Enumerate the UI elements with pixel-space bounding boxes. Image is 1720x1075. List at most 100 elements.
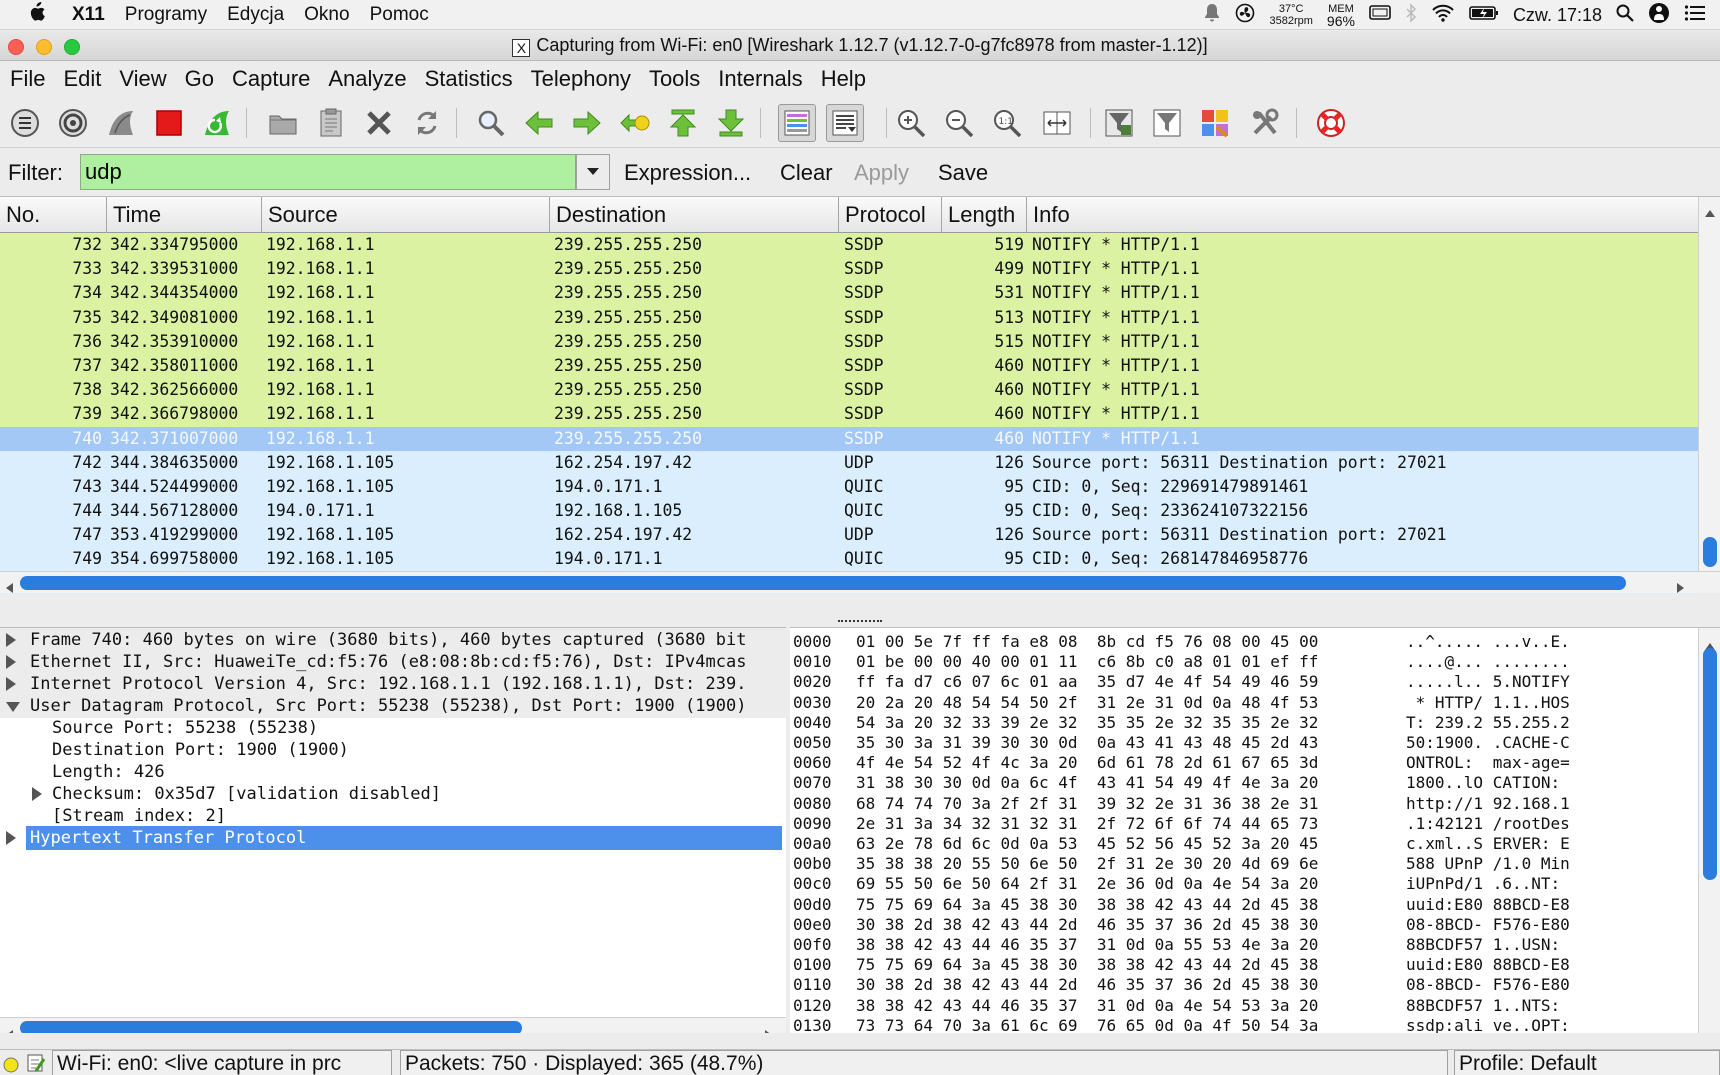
open-file-icon[interactable]: [264, 104, 302, 142]
detail-tree-item[interactable]: Source Port: 55238 (55238): [0, 716, 786, 740]
help-lifebuoy-icon[interactable]: [1312, 104, 1350, 142]
packet-row[interactable]: 736 342.353910000 192.168.1.1 239.255.255.2…: [0, 329, 1698, 354]
packet-row[interactable]: 732 342.334795000 192.168.1.1 239.255.255.2…: [0, 233, 1698, 258]
menu-analyze[interactable]: Analyze: [328, 66, 406, 92]
column-header-time[interactable]: Time: [107, 197, 262, 233]
menubar-item-edycja[interactable]: Edycja: [227, 4, 284, 26]
column-header-destination[interactable]: Destination: [550, 197, 839, 233]
close-file-icon[interactable]: [360, 104, 398, 142]
save-filter-button[interactable]: Save: [938, 160, 988, 186]
packet-list-hscroll-thumb[interactable]: [20, 576, 1626, 590]
packet-row[interactable]: 743 344.524499000 192.168.1.105 194.0.171.1…: [0, 474, 1698, 500]
display-filters-icon[interactable]: [1148, 104, 1186, 142]
column-header-protocol[interactable]: Protocol: [839, 197, 942, 233]
auto-scroll-icon[interactable]: [826, 104, 864, 142]
menu-internals[interactable]: Internals: [718, 66, 802, 92]
apple-icon[interactable]: [26, 1, 52, 29]
packet-list-vscrollbar[interactable]: [1698, 197, 1720, 571]
packet-row[interactable]: 744 344.567128000 194.0.171.1 192.168.1.105…: [0, 499, 1698, 524]
packet-row[interactable]: 737 342.358011000 192.168.1.1 239.255.255.2…: [0, 353, 1698, 379]
capture-filters-icon[interactable]: [1100, 104, 1138, 142]
menu-go[interactable]: Go: [185, 66, 214, 92]
packet-row[interactable]: 747 353.419299000 192.168.1.105 162.254.197…: [0, 523, 1698, 548]
capture-comments-icon[interactable]: [26, 1053, 46, 1075]
detail-tree-item[interactable]: Destination Port: 1900 (1900): [0, 738, 786, 762]
packet-list-hscrollbar[interactable]: [0, 571, 1720, 593]
column-header-length[interactable]: Length: [942, 197, 1027, 233]
collapsed-triangle-icon[interactable]: [6, 831, 16, 845]
column-header-info[interactable]: Info: [1027, 197, 1698, 233]
packet-row[interactable]: 742 344.384635000 192.168.1.105 162.254.197…: [0, 450, 1698, 475]
detail-tree-item[interactable]: Checksum: 0x35d7 [validation disabled]: [0, 782, 786, 806]
scroll-left-arrow-icon[interactable]: [4, 1022, 14, 1033]
window-titlebar[interactable]: X Capturing from Wi-Fi: en0 [Wireshark 1.…: [0, 31, 1720, 61]
menu-statistics[interactable]: Statistics: [425, 66, 513, 92]
packet-details-tree[interactable]: Frame 740: 460 bytes on wire (3680 bits)…: [0, 627, 786, 1033]
expanded-triangle-icon[interactable]: [6, 702, 20, 712]
go-back-icon[interactable]: [520, 104, 558, 142]
menu-capture[interactable]: Capture: [232, 66, 310, 92]
resize-columns-icon[interactable]: [1038, 104, 1076, 142]
fan-icon[interactable]: [1235, 3, 1255, 28]
notification-bell-icon[interactable]: [1203, 3, 1221, 28]
expert-info-indicator-icon[interactable]: [3, 1055, 19, 1075]
detail-tree-item[interactable]: User Datagram Protocol, Src Port: 55238 …: [0, 694, 786, 718]
collapsed-triangle-icon[interactable]: [6, 633, 16, 647]
packet-row[interactable]: 738 342.362566000 192.168.1.1 239.255.255.2…: [0, 378, 1698, 403]
expression-button[interactable]: Expression...: [624, 160, 751, 186]
packet-bytes-pane[interactable]: 0000 01 00 5e 7f ff fa e8 08 8b cd f5 76 …: [790, 627, 1720, 1033]
spotlight-search-icon[interactable]: [1616, 4, 1634, 27]
reload-icon[interactable]: [408, 104, 446, 142]
battery-icon[interactable]: [1469, 5, 1499, 26]
go-to-packet-icon[interactable]: [616, 104, 654, 142]
hex-vscrollbar[interactable]: [1698, 628, 1720, 1033]
column-header-no[interactable]: No.: [0, 197, 107, 233]
collapsed-triangle-icon[interactable]: [6, 655, 16, 669]
wifi-icon[interactable]: [1431, 4, 1455, 27]
packet-list-vscroll-thumb[interactable]: [1703, 537, 1717, 567]
details-hscroll-thumb[interactable]: [20, 1021, 522, 1033]
menubar-item-programy[interactable]: Programy: [125, 4, 207, 26]
menu-edit[interactable]: Edit: [63, 66, 101, 92]
packet-row[interactable]: 740 342.371007000 192.168.1.1 239.255.255.2…: [0, 426, 1698, 451]
menu-view[interactable]: View: [119, 66, 166, 92]
detail-tree-item[interactable]: Ethernet II, Src: HuaweiTe_cd:f5:76 (e8:…: [0, 650, 786, 674]
detail-tree-item[interactable]: Hypertext Transfer Protocol: [0, 826, 786, 850]
detail-tree-item[interactable]: Frame 740: 460 bytes on wire (3680 bits)…: [0, 628, 786, 652]
save-file-icon[interactable]: [312, 104, 350, 142]
display-filter-input[interactable]: [80, 154, 576, 190]
apply-filter-button[interactable]: Apply: [854, 160, 909, 186]
collapsed-triangle-icon[interactable]: [32, 787, 42, 801]
menubar-clock[interactable]: Czw. 17:18: [1513, 5, 1602, 26]
stop-capture-icon[interactable]: [150, 104, 188, 142]
scroll-right-arrow-icon[interactable]: [764, 1022, 774, 1033]
colorize-packet-list-icon[interactable]: [778, 104, 816, 142]
details-hscrollbar[interactable]: [0, 1017, 786, 1033]
go-first-packet-icon[interactable]: [664, 104, 702, 142]
filter-history-dropdown[interactable]: [576, 154, 610, 190]
go-forward-icon[interactable]: [568, 104, 606, 142]
status-profile[interactable]: Profile: Default: [1454, 1050, 1720, 1075]
menubar-item-pomoc[interactable]: Pomoc: [370, 4, 429, 26]
hex-vscroll-thumb[interactable]: [1703, 648, 1717, 880]
zoom-out-icon[interactable]: [940, 104, 978, 142]
capture-options-icon[interactable]: [54, 104, 92, 142]
bluetooth-icon[interactable]: [1405, 2, 1417, 28]
notification-center-icon[interactable]: [1684, 4, 1706, 27]
normal-size-icon[interactable]: 1:1: [988, 104, 1026, 142]
packet-row[interactable]: 749 354.699758000 192.168.1.105 194.0.171.1…: [0, 547, 1698, 572]
interfaces-list-icon[interactable]: [6, 104, 44, 142]
packet-row[interactable]: 739 342.366798000 192.168.1.1 239.255.255.2…: [0, 402, 1698, 427]
packet-list[interactable]: No. Time Source Destination Protocol Len…: [0, 196, 1720, 596]
menu-file[interactable]: File: [10, 66, 45, 92]
menu-help[interactable]: Help: [821, 66, 866, 92]
start-capture-fin-icon[interactable]: [102, 104, 140, 142]
go-last-packet-icon[interactable]: [712, 104, 750, 142]
clear-filter-button[interactable]: Clear: [780, 160, 833, 186]
detail-tree-item[interactable]: Internet Protocol Version 4, Src: 192.16…: [0, 672, 786, 696]
column-header-source[interactable]: Source: [262, 197, 550, 233]
display-icon[interactable]: [1369, 4, 1391, 27]
preferences-icon[interactable]: [1246, 104, 1284, 142]
user-account-icon[interactable]: [1648, 2, 1670, 29]
packet-row[interactable]: 734 342.344354000 192.168.1.1 239.255.255.2…: [0, 281, 1698, 306]
